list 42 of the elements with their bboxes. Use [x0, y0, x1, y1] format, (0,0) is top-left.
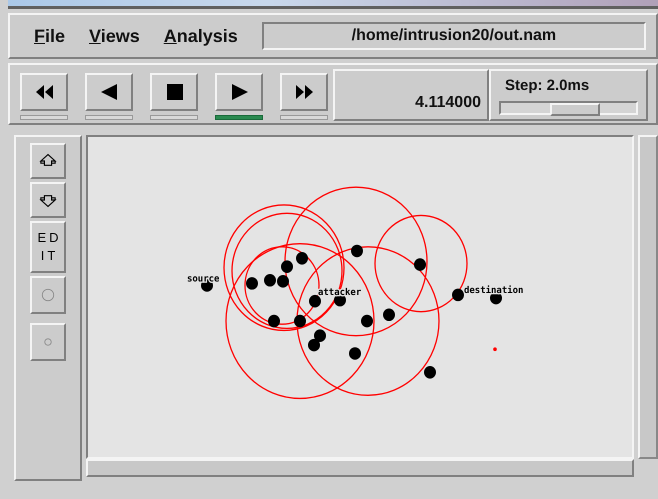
- playback-button[interactable]: [215, 73, 263, 111]
- network-node: [414, 258, 426, 271]
- vertical-scrollbar[interactable]: [638, 135, 658, 459]
- node-label: destination: [464, 284, 524, 296]
- step-label: Step: 2.0ms: [504, 76, 590, 96]
- menu-item[interactable]: Views: [77, 22, 152, 50]
- network-node: [382, 308, 396, 322]
- network-node: [280, 260, 294, 273]
- network-node: [350, 244, 364, 258]
- network-node: [424, 366, 436, 379]
- network-node: [314, 329, 326, 342]
- fast-forward-icon: [293, 83, 315, 101]
- playback-button[interactable]: [280, 73, 328, 111]
- network-node: [276, 275, 290, 288]
- zoom-out-button[interactable]: [30, 182, 66, 218]
- network-node: [294, 314, 306, 328]
- playback-button[interactable]: [150, 73, 198, 111]
- file-path-field: /home/intrusion20/out.nam: [262, 22, 646, 50]
- zoom-in-button[interactable]: [30, 143, 66, 179]
- time-display: 4.114000: [333, 69, 489, 121]
- network-node: [308, 294, 322, 308]
- node-label: source: [187, 273, 220, 284]
- edit-button[interactable]: ED IT: [30, 221, 66, 273]
- packet-dot: [493, 347, 497, 352]
- network-node: [264, 274, 276, 287]
- network-node: [360, 314, 374, 328]
- menu-item[interactable]: File: [22, 22, 78, 50]
- circle-tool-button[interactable]: [30, 276, 66, 314]
- network-node: [296, 252, 308, 265]
- network-node: [452, 288, 464, 302]
- network-node: [490, 292, 502, 304]
- playback-button[interactable]: [85, 73, 133, 111]
- network-node: [268, 314, 280, 328]
- network-node: [348, 347, 362, 360]
- network-node: [246, 277, 258, 290]
- horizontal-scrollbar[interactable]: [86, 459, 634, 477]
- network-node: [308, 338, 320, 352]
- playback-button[interactable]: [20, 73, 68, 111]
- slider-thumb[interactable]: [550, 102, 600, 116]
- menu-item[interactable]: Analysis: [152, 22, 250, 50]
- step-slider[interactable]: [499, 100, 638, 115]
- circle-tool-button[interactable]: [30, 323, 66, 361]
